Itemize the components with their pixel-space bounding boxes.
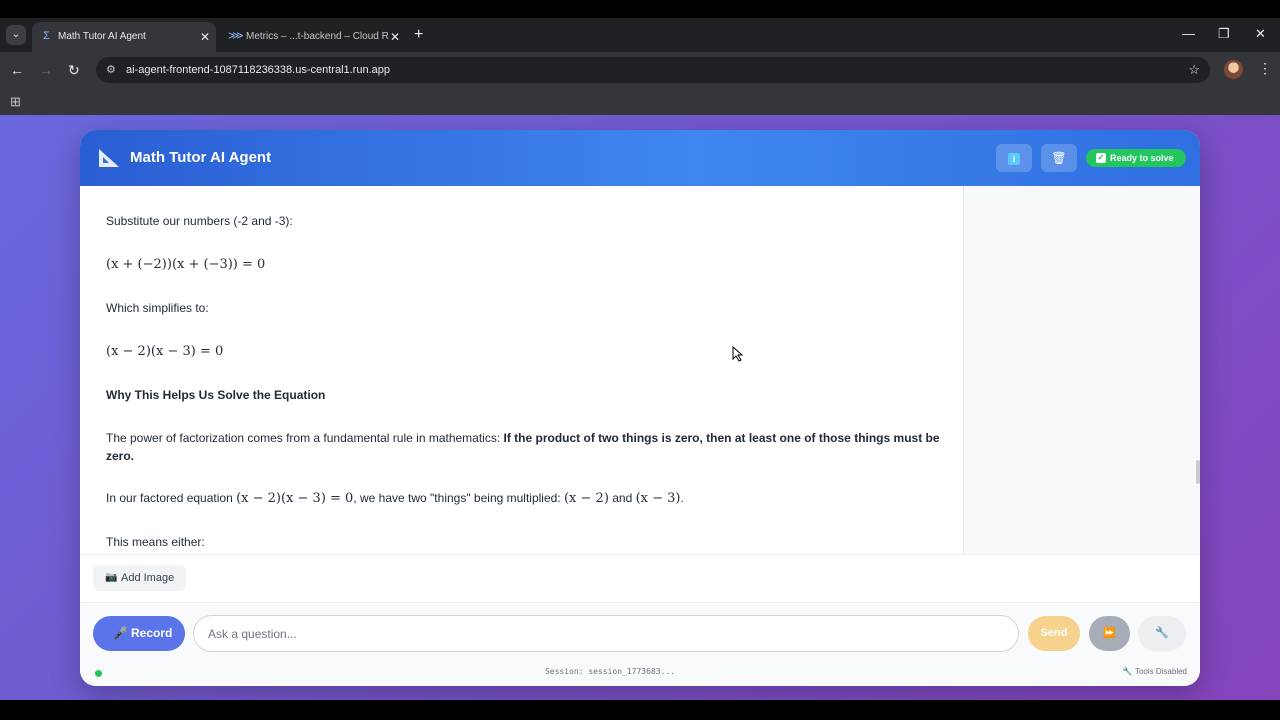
inline-equation: (x − 2) <box>563 491 609 506</box>
bottom-bar <box>0 700 1280 720</box>
message-text: Substitute our numbers (-2 and -3): <box>106 214 293 228</box>
site-info-icon[interactable]: ⚙ <box>106 57 116 83</box>
scrollbar[interactable] <box>1196 460 1200 484</box>
address-bar[interactable]: ⚙ ai-agent-frontend-1087118236338.us-cen… <box>96 57 1210 83</box>
reload-icon[interactable]: ↻ <box>68 61 80 79</box>
equation: (x + (−2))(x + (−3)) = 0 <box>106 257 266 272</box>
close-tab-icon[interactable]: ✕ <box>200 22 210 52</box>
message-text: Which simplifies to: <box>106 301 209 315</box>
equation: (x − 2)(x − 3) = 0 <box>106 344 224 359</box>
url-text: ai-agent-frontend-1087118236338.us-centr… <box>126 64 390 76</box>
add-image-label: Add Image <box>121 572 175 584</box>
tools-button[interactable]: 🔧 <box>1138 616 1186 651</box>
bookmark-star-icon[interactable]: ☆ <box>1188 57 1200 83</box>
tab-math-tutor[interactable]: Σ Math Tutor AI Agent ✕ <box>32 22 216 52</box>
browser-menu-icon[interactable]: ⋮ <box>1258 60 1272 77</box>
message-paragraph: In our factored equation (x − 2)(x − 3) … <box>106 489 956 508</box>
browser-toolbar: ← → ↻ ⚙ ai-agent-frontend-1087118236338.… <box>0 52 1280 88</box>
paragraph-text: , we have two "things" being multiplied: <box>353 491 564 505</box>
restore-icon[interactable]: ❐ <box>1218 26 1230 42</box>
status-badge: ✓ Ready to solve <box>1086 149 1186 167</box>
fast-forward-button[interactable]: ⏩ <box>1089 616 1130 651</box>
trash-icon: 🗑 <box>1051 151 1067 165</box>
info-icon: i <box>1008 153 1020 165</box>
tools-status-text: Tools Disabled <box>1134 667 1187 676</box>
paragraph-text: The power of factorization comes from a … <box>106 431 504 445</box>
side-panel <box>965 186 1200 554</box>
forward-icon[interactable]: → <box>39 61 53 79</box>
sigma-icon: Σ <box>43 30 50 42</box>
message-paragraph: The power of factorization comes from a … <box>106 429 956 465</box>
tab-metrics[interactable]: ⋙ Metrics – ...t-backend – Cloud R ✕ <box>220 22 406 52</box>
message-text: This means either: <box>106 535 205 549</box>
microphone-icon: 🎤 <box>113 626 128 640</box>
paragraph-text: and <box>608 491 636 505</box>
paragraph-text: In our factored equation <box>106 491 237 505</box>
profile-avatar[interactable] <box>1224 60 1243 79</box>
record-label: Record <box>131 626 173 640</box>
clear-button[interactable]: 🗑 <box>1041 144 1077 172</box>
camera-icon: 📷 <box>105 572 118 583</box>
bookmarks-bar: ⊞ <box>0 88 1280 115</box>
app-header: Math Tutor AI Agent i 🗑 ✓ Ready to solve <box>80 130 1200 186</box>
page-background: Math Tutor AI Agent i 🗑 ✓ Ready to solve… <box>0 115 1280 700</box>
status-footer: Session: session_1773683... 🔧 Tools Disa… <box>80 660 1200 686</box>
heading-text: Why This Helps Us Solve the Equation <box>106 388 326 402</box>
new-tab-icon[interactable]: + <box>414 26 423 44</box>
app-window: Math Tutor AI Agent i 🗑 ✓ Ready to solve… <box>80 130 1200 686</box>
close-window-icon[interactable]: ✕ <box>1255 26 1266 42</box>
close-tab-icon[interactable]: ✕ <box>390 22 400 52</box>
wrench-icon: 🔧 <box>1155 627 1169 639</box>
status-text: Ready to solve <box>1110 153 1174 163</box>
info-button[interactable]: i <box>996 144 1032 172</box>
inline-equation: (x − 3) <box>635 491 681 506</box>
inline-equation: (x − 2)(x − 3) = 0 <box>236 491 354 506</box>
check-icon: ✓ <box>1096 153 1106 163</box>
add-image-button[interactable]: 📷 Add Image <box>93 565 187 591</box>
section-heading: Why This Helps Us Solve the Equation <box>106 386 956 404</box>
send-button[interactable]: Send <box>1028 616 1080 651</box>
tab-title: Metrics – ...t-backend – Cloud R <box>246 31 389 42</box>
paragraph-text: . <box>680 491 684 505</box>
tools-status: 🔧 Tools Disabled <box>1122 667 1187 676</box>
image-bar: 📷 Add Image <box>80 554 1200 602</box>
mouse-cursor-icon <box>732 346 744 362</box>
back-icon[interactable]: ← <box>10 61 24 79</box>
cloud-run-icon: ⋙ <box>228 30 244 42</box>
browser-tab-strip: ⌄ Σ Math Tutor AI Agent ✕ ⋙ Metrics – ..… <box>0 18 1280 52</box>
triangle-ruler-icon <box>99 149 119 167</box>
input-bar: 🎤 Record Send ⏩ 🔧 <box>80 602 1200 660</box>
record-button[interactable]: 🎤 Record <box>93 616 185 651</box>
minimize-icon[interactable]: — <box>1182 26 1195 41</box>
screen: ⌄ Σ Math Tutor AI Agent ✕ ⋙ Metrics – ..… <box>0 0 1280 720</box>
chat-area[interactable]: Substitute our numbers (-2 and -3): (x +… <box>80 186 964 554</box>
fast-forward-icon: ⏩ <box>1103 628 1116 639</box>
session-id: Session: session_1773683... <box>544 667 676 676</box>
question-input[interactable] <box>193 615 1019 652</box>
tab-title: Math Tutor AI Agent <box>58 31 146 42</box>
apps-grid-icon[interactable]: ⊞ <box>10 94 21 110</box>
app-title: Math Tutor AI Agent <box>130 149 272 166</box>
tab-search-chevron-icon[interactable]: ⌄ <box>6 25 26 45</box>
